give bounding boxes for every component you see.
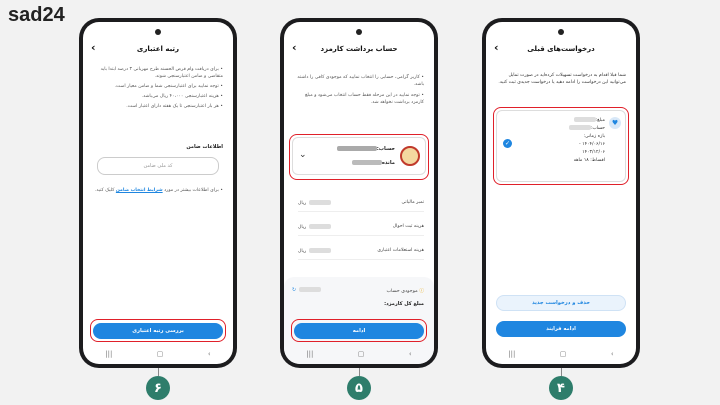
total-fee: مبلغ کل کارمزد: — [384, 301, 424, 307]
header: درخواست‌های قبلی ‹ — [492, 40, 630, 58]
info-item: • هر بار اعتبارسنجی تا یک هفته دارای اعت… — [126, 104, 223, 109]
info-icon: ⓘ — [419, 289, 424, 294]
step-badge-5: ۵ — [347, 376, 371, 400]
fee-row: تمبر مالیاتی ریال — [298, 200, 424, 212]
screen-credit-rating: رتبه اعتباری ‹ • برای دریافت وام قرض الح… — [83, 22, 233, 364]
guarantor-heading: اطلاعات ضامن — [186, 144, 223, 150]
info-item: • توجه نمایید در این مرحله فقط حساب انتخ… — [304, 93, 424, 105]
fee-value: ریال — [298, 224, 332, 230]
home-icon[interactable]: ▢ — [560, 350, 567, 358]
highlight-box — [289, 134, 429, 180]
intro-text: شما قبلا اقدام به درخواست تسهیلات کرده‌ا… — [498, 73, 626, 85]
info-item: • کاربر گرامی، حسابی را انتخاب نمایید که… — [297, 75, 424, 87]
highlight-box — [90, 319, 226, 342]
page-title: درخواست‌های قبلی — [527, 45, 595, 53]
back-icon[interactable]: ‹ — [208, 350, 211, 358]
header: رتبه اعتباری ‹ — [89, 40, 227, 58]
fee-row: هزینه استعلامات اعتباری ریال — [298, 248, 424, 260]
nav-bar: ||| ▢ ‹ — [486, 348, 636, 360]
phone-fee-account: حساب برداشت کارمزد ‹ • کاربر گرامی، حساب… — [280, 18, 438, 368]
info-list: • کاربر گرامی، حسابی را انتخاب نمایید که… — [294, 74, 424, 106]
step-connector — [561, 368, 562, 376]
recent-apps-icon[interactable]: ||| — [508, 350, 515, 358]
info-item: • توجه نمایید برای اعتبارسنجی شما و ضامن… — [114, 84, 224, 89]
back-arrow-icon[interactable]: ‹ — [292, 41, 297, 54]
highlight-box — [291, 319, 427, 342]
refresh-icon[interactable]: ↻ — [292, 288, 296, 293]
camera-notch — [155, 29, 161, 35]
back-arrow-icon[interactable]: ‹ — [494, 41, 499, 54]
fee-value: ریال — [298, 248, 332, 254]
guarantor-info: • برای اطلاعات بیشتر در مورد شرایط انتخا… — [93, 187, 223, 194]
fee-value: ریال — [298, 200, 332, 206]
nav-bar: ||| ▢ ‹ — [83, 348, 233, 360]
header: حساب برداشت کارمزد ‹ — [290, 40, 428, 58]
step-connector — [158, 368, 159, 376]
balance-section: ⓘ موجودی حساب ↻ — [292, 287, 424, 294]
screen-previous-requests: درخواست‌های قبلی ‹ شما قبلا اقدام به درخ… — [486, 22, 636, 364]
phone-previous-requests: درخواست‌های قبلی ‹ شما قبلا اقدام به درخ… — [482, 18, 640, 368]
nav-bar: ||| ▢ ‹ — [284, 348, 434, 360]
fee-label: هزینه ثبت احوال — [392, 224, 424, 229]
fee-label: تمبر مالیاتی — [401, 200, 424, 205]
info-list: • برای دریافت وام قرض الحسنه طرح مهربانی… — [93, 66, 223, 110]
home-icon[interactable]: ▢ — [157, 350, 164, 358]
screen-fee-account: حساب برداشت کارمزد ‹ • کاربر گرامی، حساب… — [284, 22, 434, 364]
recent-apps-icon[interactable]: ||| — [306, 350, 313, 358]
info-text: • برای اطلاعات بیشتر در مورد — [164, 188, 223, 193]
guarantor-conditions-link[interactable]: شرایط انتخاب ضامن — [116, 188, 163, 193]
camera-notch — [558, 29, 564, 35]
delete-and-new-request-button[interactable]: حذف و درخواست جدید — [496, 295, 626, 311]
back-icon[interactable]: ‹ — [611, 350, 614, 358]
phone-credit-rating: رتبه اعتباری ‹ • برای دریافت وام قرض الح… — [79, 18, 237, 368]
back-arrow-icon[interactable]: ‹ — [91, 41, 96, 54]
back-icon[interactable]: ‹ — [409, 350, 412, 358]
guarantor-national-code-input[interactable]: کد ملی ضامن — [97, 157, 219, 175]
step-badge-4: ۴ — [549, 376, 573, 400]
page-title: حساب برداشت کارمزد — [320, 45, 398, 53]
highlight-box — [493, 107, 629, 185]
fee-row: هزینه ثبت احوال ریال — [298, 224, 424, 236]
step-badge-6: ۶ — [146, 376, 170, 400]
camera-notch — [356, 29, 362, 35]
step-connector — [359, 368, 360, 376]
brand-logo: sad24 — [8, 4, 65, 26]
fee-label: هزینه استعلامات اعتباری — [377, 248, 424, 253]
continue-process-button[interactable]: ادامه فرایند — [496, 321, 626, 337]
info-item: • برای دریافت وام قرض الحسنه طرح مهربانی… — [100, 67, 223, 79]
page-title: رتبه اعتباری — [136, 45, 180, 53]
home-icon[interactable]: ▢ — [358, 350, 365, 358]
info-suffix: کلیک کنید. — [94, 188, 115, 193]
recent-apps-icon[interactable]: ||| — [105, 350, 112, 358]
info-item: • هزینه اعتبارسنجی ۴۰،۰۰۰ ریال می‌باشد. — [141, 94, 223, 99]
